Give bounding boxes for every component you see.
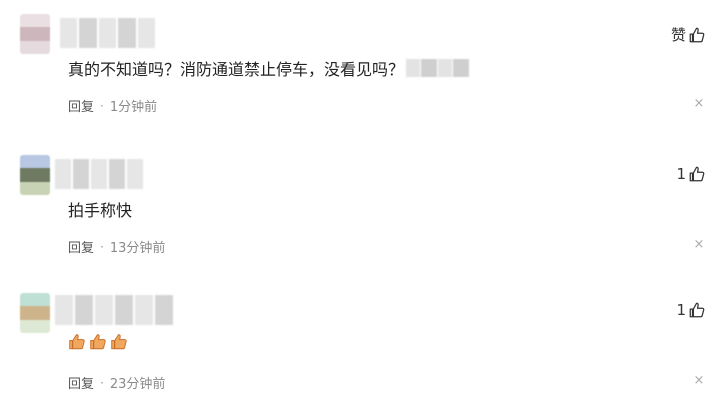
like-button[interactable]: 赞 bbox=[671, 24, 706, 45]
close-icon[interactable]: × bbox=[692, 237, 706, 252]
comment-text: 拍手称快 bbox=[68, 197, 132, 221]
timestamp: 23分钟前 bbox=[109, 377, 166, 392]
username-blurred[interactable] bbox=[60, 18, 156, 48]
timestamp: 13分钟前 bbox=[109, 241, 166, 256]
reply-button[interactable]: 回复 bbox=[68, 96, 94, 115]
like-label: 赞 bbox=[670, 26, 686, 44]
thumbs-up-icon bbox=[688, 301, 706, 319]
comment-meta: 回复 · 23分钟前 bbox=[68, 373, 166, 393]
comment-item: 真的不知道吗？消防通道禁止停车，没看见吗？ 赞 回复 · 1分钟前 × bbox=[0, 0, 720, 130]
thumbs-up-icon bbox=[688, 165, 706, 183]
like-count: 1 bbox=[676, 165, 686, 183]
separator: · bbox=[100, 98, 104, 113]
comment-text: 真的不知道吗？消防通道禁止停车，没看见吗？ bbox=[68, 56, 470, 80]
like-button[interactable]: 1 bbox=[676, 301, 706, 319]
avatar[interactable] bbox=[20, 293, 50, 333]
timestamp: 1分钟前 bbox=[109, 100, 158, 115]
close-icon[interactable]: × bbox=[692, 96, 706, 111]
comment-meta: 回复 · 13分钟前 bbox=[68, 237, 166, 257]
comment-text bbox=[68, 332, 129, 351]
clap-emoji-icon bbox=[110, 332, 129, 351]
comment-meta: 回复 · 1分钟前 bbox=[68, 96, 158, 116]
clap-emoji-icon bbox=[68, 332, 87, 351]
close-icon[interactable]: × bbox=[692, 373, 706, 388]
comment-item: 1 回复 · 23分钟前 × bbox=[0, 277, 720, 407]
comment-item: 拍手称快 1 回复 · 13分钟前 × bbox=[0, 141, 720, 271]
comment-text-body: 拍手称快 bbox=[68, 201, 133, 220]
emoji-group bbox=[68, 332, 129, 351]
separator: · bbox=[100, 239, 104, 254]
avatar[interactable] bbox=[20, 14, 50, 54]
separator: · bbox=[100, 375, 104, 390]
like-count: 1 bbox=[676, 301, 686, 319]
like-button[interactable]: 1 bbox=[676, 165, 706, 183]
reply-button[interactable]: 回复 bbox=[68, 237, 94, 256]
avatar[interactable] bbox=[20, 155, 50, 195]
username-blurred[interactable] bbox=[55, 295, 173, 325]
clap-emoji-icon bbox=[89, 332, 108, 351]
thumbs-up-icon bbox=[688, 26, 706, 44]
mention-blurred bbox=[406, 59, 470, 77]
username-blurred[interactable] bbox=[55, 159, 143, 189]
reply-button[interactable]: 回复 bbox=[68, 373, 94, 392]
comment-text-body: 真的不知道吗？消防通道禁止停车，没看见吗？ bbox=[68, 60, 405, 79]
